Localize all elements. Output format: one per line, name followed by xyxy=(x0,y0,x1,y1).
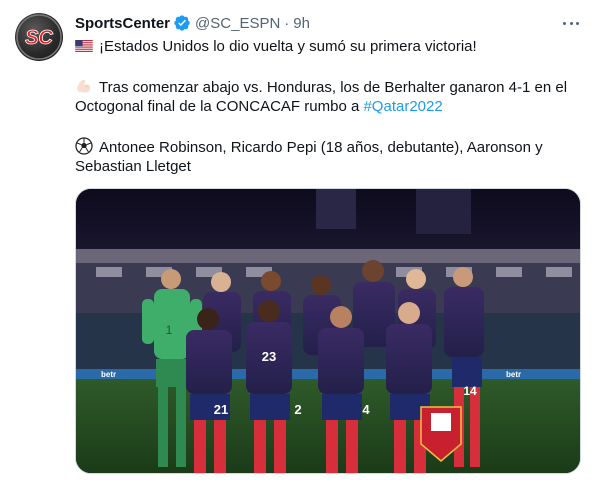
ad-board-text-right: betr xyxy=(506,370,521,379)
jersey-number-2: 2 xyxy=(294,402,301,417)
tweet-text-line-5: Sebastian Lletget xyxy=(75,157,191,177)
flexed-biceps-icon xyxy=(77,79,91,93)
soccer-ball-icon xyxy=(75,137,93,155)
jersey-number-4: 4 xyxy=(362,402,370,417)
tweet-media-photo[interactable]: betr betr 1 14 21 23 2 4 2 xyxy=(75,188,581,474)
ad-board-text-left: betr xyxy=(101,370,116,379)
tweet-header: SportsCenter @SC_ESPN · 9h xyxy=(75,13,310,33)
tweet-text-line-3: Octogonal final de la CONCACAF rumbo a #… xyxy=(75,97,443,117)
avatar-logo-text: SC xyxy=(25,27,53,49)
hashtag-link[interactable]: #Qatar2022 xyxy=(363,98,442,115)
timestamp[interactable]: 9h xyxy=(293,15,310,32)
more-options-icon[interactable] xyxy=(560,14,582,32)
tweet-text-4: Antonee Robinson, Ricardo Pepi (18 años,… xyxy=(99,139,543,156)
tweet[interactable]: SC SportsCenter @SC_ESPN · 9h ¡Estados U… xyxy=(0,0,597,480)
tweet-text-line-1: ¡Estados Unidos lo dio vuelta y sumó su … xyxy=(75,37,477,57)
separator-dot: · xyxy=(284,14,290,32)
handle[interactable]: @SC_ESPN xyxy=(195,15,280,32)
display-name[interactable]: SportsCenter xyxy=(75,15,170,32)
team-photo-image: betr betr 1 14 21 23 2 4 2 xyxy=(76,189,580,473)
tweet-text-1: ¡Estados Unidos lo dio vuelta y sumó su … xyxy=(99,38,477,55)
tweet-text-3: Octogonal final de la CONCACAF rumbo a xyxy=(75,98,364,115)
verified-badge-icon xyxy=(174,15,190,31)
tweet-text-5: Sebastian Lletget xyxy=(75,158,191,175)
tweet-text-line-4: Antonee Robinson, Ricardo Pepi (18 años,… xyxy=(75,137,543,158)
tweet-text-2: Tras comenzar abajo vs. Honduras, los de… xyxy=(99,79,568,96)
jersey-number-21: 21 xyxy=(214,402,228,417)
jersey-number-1: 1 xyxy=(166,323,173,337)
us-flag-icon xyxy=(75,40,93,52)
sc-logo-icon: SC xyxy=(16,14,62,60)
avatar[interactable]: SC xyxy=(15,13,63,61)
tweet-text-line-2: Tras comenzar abajo vs. Honduras, los de… xyxy=(75,77,567,98)
jersey-number-23: 23 xyxy=(262,349,276,364)
jersey-number-14: 14 xyxy=(463,384,477,398)
